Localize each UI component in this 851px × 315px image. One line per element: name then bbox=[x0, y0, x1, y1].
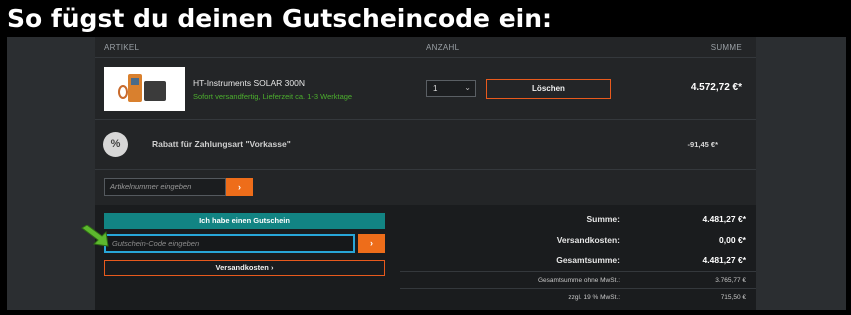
shipping-label: Versandkosten: bbox=[556, 235, 620, 245]
total-value: 4.481,27 €* bbox=[702, 255, 746, 265]
product-name[interactable]: HT-Instruments SOLAR 300N bbox=[193, 78, 305, 88]
article-number-submit-button[interactable]: › bbox=[226, 178, 253, 196]
vat-value: 715,50 € bbox=[720, 294, 746, 301]
column-header-artikel: ARTIKEL bbox=[104, 43, 140, 52]
divider bbox=[400, 288, 756, 289]
vat-label: zzgl. 19 % MwSt.: bbox=[568, 294, 620, 301]
shipping-costs-button[interactable]: Versandkosten › bbox=[104, 260, 385, 276]
column-header-anzahl: ANZAHL bbox=[426, 43, 460, 52]
banner-title: So fügst du deinen Gutscheincode ein: bbox=[7, 4, 553, 33]
divider bbox=[95, 57, 756, 58]
total-label: Gesamtsumme: bbox=[556, 255, 620, 265]
cart-panel: ARTIKEL ANZAHL SUMME HT-Instruments SOLA… bbox=[95, 37, 756, 310]
voucher-submit-button[interactable]: › bbox=[358, 234, 385, 253]
product-price: 4.572,72 €* bbox=[690, 82, 742, 93]
chevron-down-icon: ⌄ bbox=[464, 83, 471, 92]
product-image[interactable] bbox=[104, 67, 185, 111]
green-arrow-icon bbox=[81, 225, 109, 247]
device-case-graphic bbox=[144, 81, 166, 101]
discount-value: -91,45 €* bbox=[687, 140, 718, 149]
device-graphic bbox=[128, 74, 142, 102]
delivery-status: Sofort versandfertig, Lieferzeit ca. 1-3… bbox=[193, 92, 353, 101]
net-total-value: 3.765,77 € bbox=[715, 277, 746, 284]
shipping-value: 0,00 €* bbox=[719, 235, 746, 245]
delete-button[interactable]: Löschen bbox=[486, 79, 611, 99]
discount-label: Rabatt für Zahlungsart "Vorkasse" bbox=[152, 139, 291, 149]
percent-icon: % bbox=[103, 132, 128, 157]
sum-value: 4.481,27 €* bbox=[702, 214, 746, 224]
net-total-label: Gesamtsumme ohne MwSt.: bbox=[538, 277, 620, 284]
left-gutter bbox=[7, 37, 95, 310]
column-header-summe: SUMME bbox=[710, 43, 742, 52]
quantity-value: 1 bbox=[433, 84, 438, 93]
divider bbox=[95, 119, 756, 120]
right-gutter bbox=[756, 37, 846, 310]
article-number-input[interactable]: Artikelnummer eingeben bbox=[104, 178, 226, 196]
cable-graphic bbox=[118, 85, 128, 99]
voucher-code-input[interactable]: Gutschein-Code eingeben bbox=[104, 234, 355, 253]
divider bbox=[95, 169, 756, 170]
voucher-toggle-button[interactable]: Ich habe einen Gutschein bbox=[104, 213, 385, 229]
sum-label: Summe: bbox=[586, 214, 620, 224]
divider bbox=[400, 271, 756, 272]
quantity-select[interactable]: 1 ⌄ bbox=[426, 80, 476, 97]
